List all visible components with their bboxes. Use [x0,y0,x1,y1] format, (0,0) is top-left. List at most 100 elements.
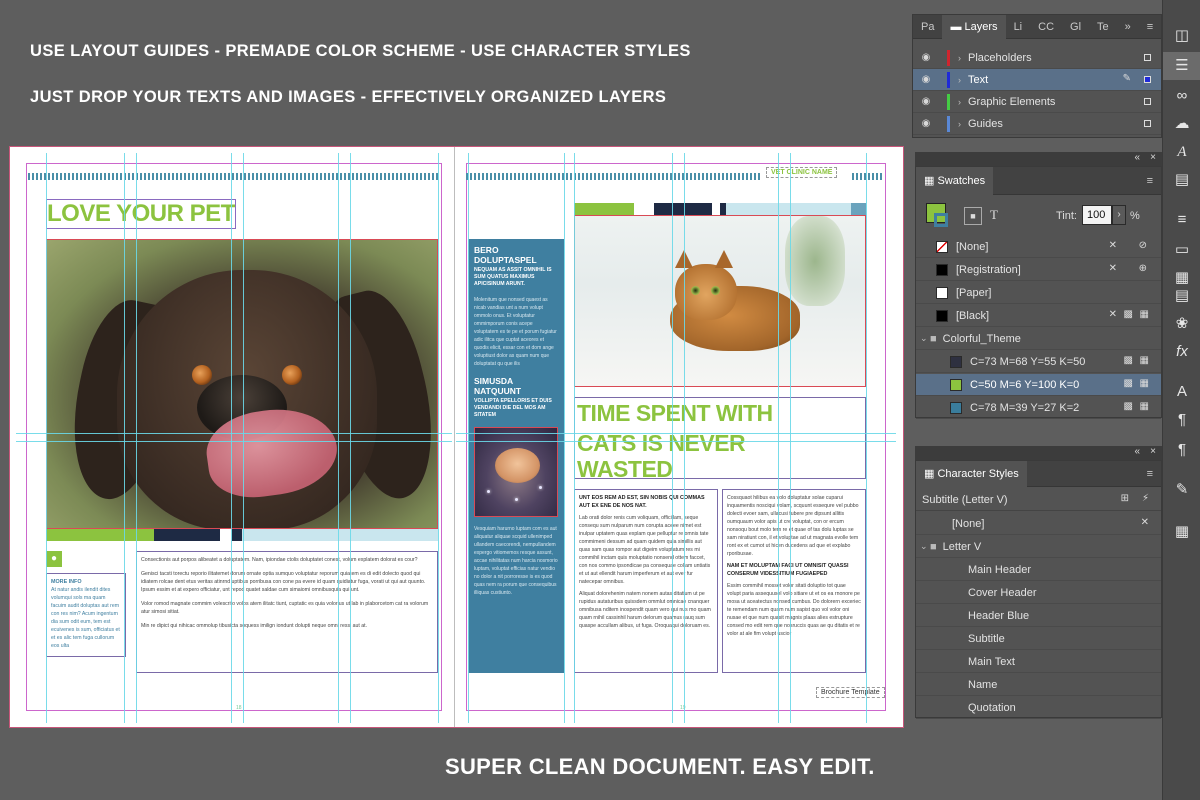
chevron-down-icon[interactable]: ⌄ [920,333,930,344]
left-page[interactable]: LOVE YOUR PET ● MORE INFO At natur andis… [16,153,452,723]
chevron-right-icon[interactable]: › [958,75,968,85]
swatch-row-paper[interactable]: [Paper] [916,282,1161,304]
collapse-icon[interactable]: « [1134,446,1140,457]
tab-swatches[interactable]: ▦ Swatches [916,166,994,195]
eye-icon[interactable]: ◉ [919,74,933,85]
swatch-group-row[interactable]: ⌄ ■ Colorful_Theme [916,328,1161,350]
style-item-cover-header[interactable]: Cover Header [916,582,1161,604]
article-icon[interactable]: ▤ [1163,282,1200,310]
chevron-right-icon[interactable]: › [958,53,968,63]
chevron-right-icon[interactable]: › [958,119,968,129]
paragraph-icon[interactable]: ¶ [1163,406,1200,434]
layer-row-placeholders[interactable]: ◉ › Placeholders [913,47,1161,69]
style-item-quotation[interactable]: Quotation [916,697,1161,719]
links-icon[interactable]: ∞ [1163,82,1200,110]
swatch-row-black[interactable]: [Black] ✕ ▩ ▦ [916,305,1161,327]
layer-row-text[interactable]: ◉ › Text ✎ [913,69,1161,91]
tab-layers[interactable]: ▬ Layers [942,14,1006,39]
layer-row-guides[interactable]: ◉ › Guides [913,113,1161,135]
layers-icon[interactable]: ☰ [1163,52,1200,80]
swatch-chip [936,286,948,299]
left-page-title[interactable]: LOVE YOUR PET [46,199,236,229]
style-item-subtitle[interactable]: Subtitle [916,628,1161,650]
close-icon[interactable]: × [1150,152,1156,163]
style-item-main-text[interactable]: Main Text [916,651,1161,673]
swatch-row-blue[interactable]: C=78 M=39 Y=27 K=2 ▩ ▦ [916,397,1161,419]
cat-photo-frame[interactable] [574,215,866,387]
tint-input[interactable]: 100 [1082,205,1112,225]
eye-icon[interactable]: ◉ [919,118,933,129]
right-col2-body-2: Essim commihil mosset volor sitati dolup… [727,583,861,637]
layers-panel[interactable]: Pa ▬ Layers Li CC Gl Te » ≡ ◉ › Placehol… [912,14,1162,138]
layer-target-icon[interactable] [1144,98,1151,105]
tab-text-wrap[interactable]: Te [1089,15,1117,39]
effects-icon[interactable]: fx [1163,338,1200,366]
right-col-2-frame[interactable]: Cossquaot hilibus ea volo doluptatur sol… [722,489,866,673]
panel-menu-icon[interactable]: ≡ [1139,462,1161,486]
layer-row-graphic-elements[interactable]: ◉ › Graphic Elements [913,91,1161,113]
right-title-frame[interactable]: TIME SPENT WITH CATS IS NEVER WASTED [574,397,866,479]
panel-menu-icon[interactable]: ≡ [1139,15,1161,39]
layer-target-icon[interactable] [1144,120,1151,127]
more-info-frame[interactable]: MORE INFO At natur andis ilendit dites v… [46,573,126,657]
panel-overflow-icon[interactable]: » [1117,15,1139,39]
vet-clinic-tag[interactable]: VET CLINIC NAME [766,167,838,178]
object-styles-icon[interactable]: ▦ [1163,518,1200,546]
chevron-down-icon[interactable]: ⌄ [920,541,930,552]
tint-stepper-icon[interactable]: › [1112,205,1126,225]
style-item-none[interactable]: [None] ✕ [916,513,1161,535]
swatch-row-none[interactable]: [None] ✕ ⊘ [916,236,1161,258]
stroke-icon[interactable]: ≡ [1163,206,1200,234]
glyphs-icon[interactable]: A [1163,138,1200,166]
new-style-icon[interactable]: ⊞ [1121,493,1129,504]
brochure-template-tag[interactable]: Brochure Template [816,687,885,698]
eye-icon[interactable]: ◉ [919,96,933,107]
right-col-1-frame[interactable]: UNT EOS REM AD EST, SIN NOBIS QUI COMMAS… [574,489,718,673]
gradient-icon[interactable]: ▭ [1163,236,1200,264]
stroke-swatch[interactable] [934,213,948,227]
sparkle [539,486,542,489]
text-wrap-icon[interactable]: ▤ [1163,166,1200,194]
close-icon[interactable]: × [1150,446,1156,457]
row-guide [456,441,896,442]
formatting-text-icon[interactable]: T [990,207,998,223]
dog-photo-frame[interactable] [46,239,438,529]
eye-icon[interactable]: ◉ [919,52,933,63]
swatch-row-green[interactable]: C=50 M=6 Y=100 K=0 ▩ ▦ [916,374,1161,396]
blue-sidebar[interactable]: BERO DOLUPTASPEL NEQUAM AS ASSIT OMNIHIL… [468,239,564,673]
tab-layers-label: Layers [964,20,998,33]
style-group-row[interactable]: ⌄ ■ Letter V [916,536,1161,558]
swatch-row-registration[interactable]: [Registration] ✕ ⊕ [916,259,1161,281]
style-item-main-header[interactable]: Main Header [916,559,1161,581]
lightning-icon[interactable]: ⚡ [1142,493,1149,504]
paragraph-styles-icon[interactable]: ¶ [1163,436,1200,464]
right-page[interactable]: VET CLINIC NAME BERO DOLUPTASPEL NEQUAM … [456,153,896,723]
cc-libraries-icon[interactable]: ☁ [1163,110,1200,138]
panel-menu-icon[interactable]: ≡ [1139,169,1161,193]
formatting-container-icon[interactable]: ■ [964,207,982,225]
tab-links[interactable]: Li [1006,15,1031,39]
headline-2: JUST DROP YOUR TEXTS AND IMAGES - EFFECT… [30,88,667,106]
swatches-panel[interactable]: ▦ Swatches ≡ ■ T Tint: 100 › % [None] ✕ … [915,166,1162,419]
layer-target-icon[interactable] [1144,76,1151,83]
left-body-frame[interactable]: Consectionis aut porpos alibeatet a dolu… [136,551,438,673]
character-icon[interactable]: A [1163,378,1200,406]
chevron-right-icon[interactable]: › [958,97,968,107]
document-spread[interactable]: LOVE YOUR PET ● MORE INFO At natur andis… [9,146,904,728]
character-styles-collapse-bar[interactable]: « × [915,446,1162,460]
swatches-collapse-bar[interactable]: « × [915,152,1162,166]
pages-icon[interactable]: ◫ [1163,22,1200,50]
tab-pages[interactable]: Pa [913,15,942,39]
layer-target-icon[interactable] [1144,54,1151,61]
tab-character-styles[interactable]: ▦ Character Styles [916,460,1027,487]
character-styles-icon[interactable]: ✎ [1163,476,1200,504]
color-icon[interactable]: ❀ [1163,310,1200,338]
tab-glyphs[interactable]: Gl [1062,15,1089,39]
style-item-name[interactable]: Name [916,674,1161,696]
swatch-row-dark-navy[interactable]: C=73 M=68 Y=55 K=50 ▩ ▦ [916,351,1161,373]
character-styles-panel[interactable]: ▦ Character Styles ≡ Subtitle (Letter V)… [915,460,1162,719]
style-item-header-blue[interactable]: Header Blue [916,605,1161,627]
collapse-icon[interactable]: « [1134,152,1140,163]
tab-cc-libraries[interactable]: CC [1030,15,1062,39]
sidebar-sub-2: VOLLIPTA EPELLORIS ET DUIS VENDANDI DIE … [474,398,552,418]
